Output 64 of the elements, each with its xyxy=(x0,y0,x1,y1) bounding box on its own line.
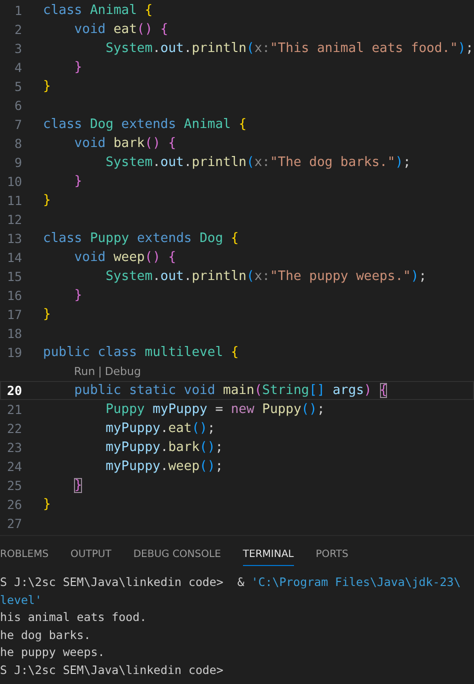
line-number: 17 xyxy=(6,306,22,324)
code-line: void weep() { xyxy=(74,249,176,267)
terminal-line: he puppy weeps. xyxy=(0,644,105,661)
panel-tab[interactable]: TERMINAL xyxy=(242,544,294,566)
line-number: 5 xyxy=(13,78,22,96)
line-number: 22 xyxy=(6,420,22,438)
code-line: class Animal { xyxy=(43,2,153,20)
line-number: 16 xyxy=(6,287,22,305)
line-number: 21 xyxy=(6,401,22,419)
terminal-line: S J:\2sc SEM\Java\linkedin code> & 'C:\Program Files\Java\jdk-23\ xyxy=(0,574,461,591)
panel-tab[interactable]: PORTS xyxy=(316,544,348,566)
panel-tab[interactable]: DEBUG CONSOLE xyxy=(133,544,221,566)
code-line: myPuppy.eat(); xyxy=(106,420,216,438)
code-line: myPuppy.bark(); xyxy=(106,439,224,457)
line-number: 7 xyxy=(13,116,22,134)
line-number: 6 xyxy=(13,97,22,115)
code-line: } xyxy=(74,59,82,77)
line-number: 19 xyxy=(6,344,22,362)
code-line: System.out.println(x:"The dog barks."); xyxy=(106,154,411,172)
line-number: 2 xyxy=(13,21,22,39)
line-number: 4 xyxy=(13,59,22,77)
line-number: 11 xyxy=(6,192,22,210)
code-line: System.out.println(x:"The puppy weeps."); xyxy=(106,268,427,286)
code-line: } xyxy=(43,306,51,324)
line-number: 27 xyxy=(6,515,22,533)
line-number: 20 xyxy=(6,382,22,400)
line-number: 13 xyxy=(6,230,22,248)
separator-text: | xyxy=(98,365,102,378)
line-number: 12 xyxy=(6,211,22,229)
terminal-line: his animal eats food. xyxy=(0,609,147,626)
line-number: 8 xyxy=(13,135,22,153)
code-line: public static void main(String[] args) { xyxy=(74,382,388,400)
terminal-line: level' xyxy=(0,592,42,608)
line-number: 14 xyxy=(6,249,22,267)
code-line: void bark() { xyxy=(74,135,176,153)
line-number: 25 xyxy=(6,477,22,495)
line-number: 15 xyxy=(6,268,22,286)
line-number: 26 xyxy=(6,496,22,514)
code-line: class Dog extends Animal { xyxy=(43,116,247,134)
codelens-link[interactable]: Debug xyxy=(104,365,141,378)
code-line: myPuppy.weep(); xyxy=(106,458,224,476)
code-line: System.out.println(x:"This animal eats food."); xyxy=(106,40,474,58)
code-line: } xyxy=(43,192,51,210)
code-line: public class multilevel { xyxy=(43,344,239,362)
code-line: class Puppy extends Dog { xyxy=(43,230,239,248)
terminal-line: he dog barks. xyxy=(0,626,91,644)
line-number: 3 xyxy=(13,40,22,58)
line-number: 1 xyxy=(13,2,22,20)
code-line: } xyxy=(74,173,82,191)
line-number: 24 xyxy=(6,458,22,476)
line-number: 18 xyxy=(6,325,22,343)
panel-tab[interactable]: ROBLEMS xyxy=(0,544,49,566)
code-line: void eat() { xyxy=(74,21,168,39)
terminal-line: S J:\2sc SEM\Java\linkedin code> xyxy=(0,662,224,678)
code-line: } xyxy=(43,78,51,96)
code-line: } xyxy=(74,287,82,305)
line-number: 23 xyxy=(6,439,22,457)
code-line: } xyxy=(43,496,51,514)
line-number: 10 xyxy=(6,173,22,191)
line-number: 9 xyxy=(13,154,22,172)
panel-tab[interactable]: OUTPUT xyxy=(70,544,112,566)
code-line: Puppy myPuppy = new Puppy(); xyxy=(106,401,325,419)
code-line: } xyxy=(74,477,82,495)
codelens-link[interactable]: Run xyxy=(74,365,96,378)
